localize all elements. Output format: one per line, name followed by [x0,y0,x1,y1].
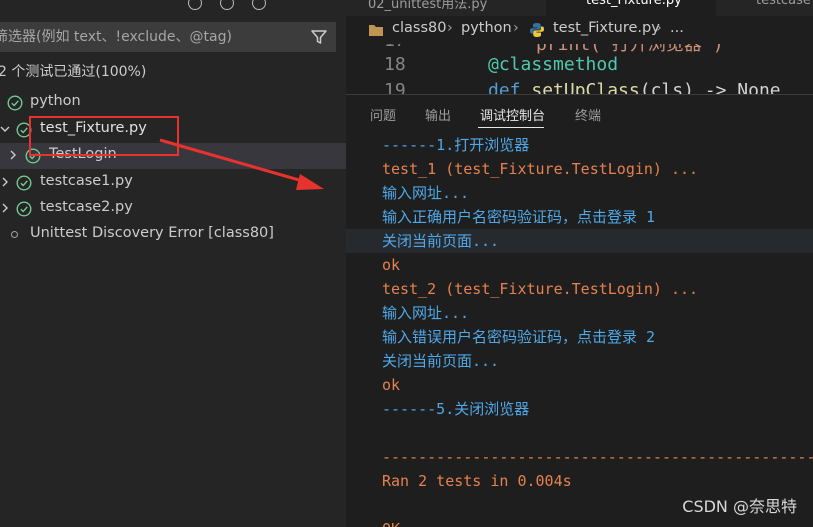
console-line: test_2 (test_Fixture.TestLogin) ... [382,280,699,298]
console-line: 关闭当前页面... [382,232,500,250]
tab-label: test_Fixture.py [586,0,682,8]
code-function: setUpClass [531,80,640,94]
console-line: ------5.关闭浏览器 [382,400,530,418]
refresh-icon[interactable] [188,0,202,10]
tree-item-label: test_Fixture.py [40,120,147,136]
tree-item-python[interactable]: python [0,90,346,116]
console-line: OK [382,517,400,527]
console-line: ok [382,256,401,274]
bottom-panel: 问题 输出 调试控制台 终端 ------1.打开浏览器 test_1 (test… [346,94,813,527]
test-explorer-panel: 2 个测试已通过(100%) python test_Fixture.py Te… [0,0,346,527]
debug-icon[interactable] [252,0,266,10]
console-line: 输入正确用户名密码验证码，点击登录 1 [382,208,656,226]
tab-test-fixture[interactable]: test_Fixture.py [546,0,716,16]
console-line: ----------------------------------------… [382,448,813,466]
tree-item-testcase1[interactable]: testcase1.py [0,170,346,196]
tree-item-label: python [30,93,81,109]
explorer-toolbar [0,0,346,16]
filter-icon[interactable] [310,28,328,46]
console-line: 输入网址... [382,304,470,322]
chevron-right-icon: › [656,20,662,36]
console-line: ok [382,376,401,394]
tree-item-label: Unittest Discovery Error [class80] [30,225,274,241]
chevron-down-icon[interactable] [0,124,10,134]
breadcrumb-file[interactable]: test_Fixture.py [553,20,660,36]
tree-item-discovery-error[interactable]: Unittest Discovery Error [class80] [0,222,346,248]
console-line: 输入网址... [382,184,470,202]
line-number: 17 [384,44,406,51]
pass-check-icon [25,148,41,164]
console-line: ------1.打开浏览器 [382,136,530,154]
pass-check-icon [16,175,32,191]
tab-terminal[interactable]: 终端 [575,105,601,124]
code-editor[interactable]: 17 print("打开浏览器") 18 @classmethod 19 def… [346,44,813,94]
console-line: test_1 (test_Fixture.TestLogin) ... [382,160,699,178]
pass-check-icon [16,122,32,138]
chevron-right-icon[interactable] [8,150,18,160]
code-line: def setUpClass(cls) -> None [488,80,781,94]
tree-item-label: testcase2.py [40,199,133,215]
tab-testcase[interactable]: testcase [756,0,811,9]
tree-item-label: TestLogin [49,146,117,162]
watermark: CSDN @奈思特 [682,497,797,516]
tab-unittest-usage[interactable]: 02_unittest用法.py [368,0,487,12]
console-line: 关闭当前页面... [382,352,500,370]
pass-check-icon [7,95,23,111]
breadcrumb-module[interactable]: python [461,20,512,36]
filter-input[interactable] [0,22,294,52]
tree-item-testcase2[interactable]: testcase2.py [0,196,346,222]
panel-tabs: 问题 输出 调试控制台 终端 [346,95,813,129]
line-number: 19 [384,80,406,94]
debug-console-output[interactable]: ------1.打开浏览器 test_1 (test_Fixture.TestLo… [346,133,813,527]
line-number: 18 [384,54,406,75]
tab-output[interactable]: 输出 [425,105,451,124]
unrun-circle-icon [11,231,18,238]
filter-box[interactable] [0,22,336,52]
breadcrumb-more[interactable]: ... [670,20,684,36]
chevron-right-icon[interactable] [0,177,10,187]
tab-debug-console[interactable]: 调试控制台 [480,105,545,124]
breadcrumb: class80 › python › test_Fixture.py › ... [346,16,813,44]
breadcrumb-folder[interactable]: class80 [392,20,446,36]
folder-icon [369,25,383,36]
code-decorator: @classmethod [488,54,619,75]
tree-item-test-fixture[interactable]: test_Fixture.py [0,117,346,143]
python-file-icon [530,23,544,37]
console-line: Ran 2 tests in 0.004s [382,472,572,490]
code-params: (cls) -> None [639,80,781,94]
chevron-right-icon: › [513,20,519,36]
tree-item-label: testcase1.py [40,173,133,189]
tree-item-testlogin[interactable]: TestLogin [0,143,346,169]
console-line: 输入错误用户名密码验证码，点击登录 2 [382,328,656,346]
chevron-right-icon[interactable] [0,203,10,213]
chevron-right-icon: › [447,20,453,36]
pass-check-icon [16,201,32,217]
tab-problems[interactable]: 问题 [370,105,396,124]
run-icon[interactable] [220,0,234,10]
editor-tab-bar: 02_unittest用法.py test_Fixture.py testcas… [346,0,813,16]
active-tab-indicator [478,127,544,128]
code-keyword: def [488,80,521,94]
test-summary: 2 个测试已通过(100%) [0,64,147,80]
